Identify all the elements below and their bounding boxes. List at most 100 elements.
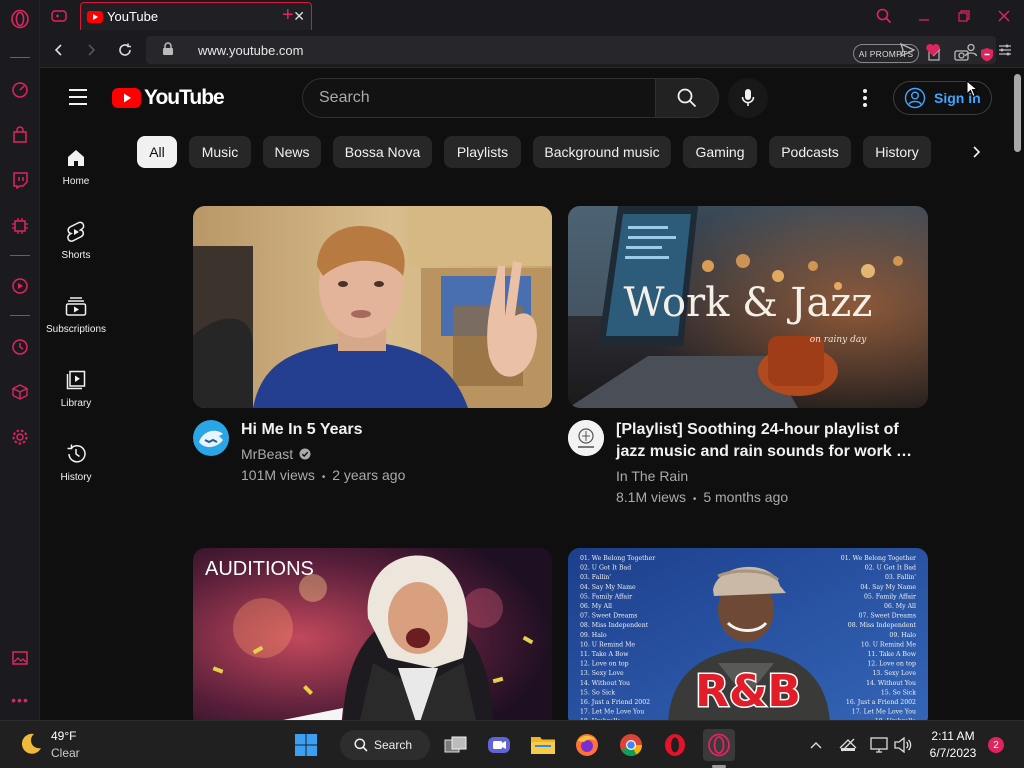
url-field[interactable]: www.youtube.com AI PROMPTS: [146, 36, 996, 64]
youtube-logo[interactable]: YouTube: [112, 86, 225, 110]
scrollbar-thumb[interactable]: [1014, 74, 1021, 152]
guide-subscriptions[interactable]: Subscriptions: [40, 286, 112, 360]
taskbar-search-label: Search: [374, 738, 413, 752]
chips-next-icon[interactable]: [968, 144, 984, 160]
teams-chat-icon[interactable]: [483, 729, 515, 761]
more-dots-icon[interactable]: •••: [10, 690, 30, 710]
tab-workspace-icon[interactable]: [50, 8, 68, 24]
notification-badge[interactable]: 2: [988, 737, 1004, 753]
search-input[interactable]: Search: [302, 78, 656, 118]
tab-title: YouTube: [107, 9, 159, 24]
adblock-shield-icon[interactable]: [978, 45, 996, 63]
close-window-icon[interactable]: [989, 4, 1019, 28]
channel-name[interactable]: MrBeast: [241, 446, 311, 462]
channel-avatar[interactable]: [568, 420, 604, 456]
tracklist-item: 10. U Remind Me: [580, 641, 635, 648]
voice-search-button[interactable]: [728, 78, 768, 118]
chip-music[interactable]: Music: [189, 136, 251, 168]
chip-label: Playlists: [456, 144, 509, 160]
more-options-icon[interactable]: [856, 88, 874, 108]
video-thumbnail[interactable]: 01. We Belong Together 02. U Got It Bad 03…: [568, 548, 928, 720]
chip-bossa-nova[interactable]: Bossa Nova: [333, 136, 432, 168]
tracklist-item: 14. Without You: [580, 680, 630, 687]
library-icon: [64, 368, 88, 392]
tracklist-item: 16. Just a Friend 2002: [846, 699, 916, 706]
player-icon[interactable]: [10, 276, 30, 296]
reload-icon[interactable]: [114, 39, 136, 61]
youtube-logo-text: YouTube: [144, 86, 225, 109]
tab-youtube[interactable]: YouTube ✕: [80, 2, 312, 30]
tracklist-item: 01. We Belong Together: [841, 555, 916, 562]
search-button[interactable]: [655, 78, 719, 118]
start-button[interactable]: [290, 729, 322, 761]
chip-background-music[interactable]: Background music: [533, 136, 671, 168]
back-icon[interactable]: [48, 39, 70, 61]
easy-setup-icon[interactable]: [996, 41, 1014, 59]
chip-gaming[interactable]: Gaming: [683, 136, 757, 168]
moon-weather-icon[interactable]: [18, 731, 44, 757]
new-tab-icon[interactable]: +: [282, 4, 294, 27]
thumbnail-title-text: Work & Jazz: [624, 280, 873, 326]
taskbar-search-button[interactable]: Search: [340, 730, 430, 760]
network-disconnected-icon[interactable]: [838, 735, 858, 755]
opera-gx-icon[interactable]: [703, 729, 735, 761]
history-clock-icon[interactable]: [10, 337, 30, 357]
task-view-icon[interactable]: [440, 729, 472, 761]
guide-home[interactable]: Home: [40, 138, 112, 212]
video-title[interactable]: Hi Me In 5 Years: [241, 419, 363, 441]
heart-icon[interactable]: [924, 41, 942, 59]
tab-close-icon[interactable]: ✕: [293, 8, 305, 25]
chip-podcasts[interactable]: Podcasts: [769, 136, 851, 168]
opera-icon[interactable]: [659, 729, 691, 761]
weather-temp[interactable]: 49°F: [51, 729, 76, 743]
microphone-icon: [741, 89, 755, 106]
opera-logo-icon[interactable]: [10, 9, 30, 29]
video-title[interactable]: [Playlist] Soothing 24-hour playlist of …: [616, 419, 912, 463]
twitch-icon[interactable]: [10, 170, 30, 190]
minimize-icon[interactable]: [909, 4, 939, 28]
meta-separator: •: [692, 494, 697, 505]
clock-time[interactable]: 2:11 AM: [922, 729, 984, 743]
profile-icon[interactable]: [962, 41, 980, 59]
tracklist-item: 08. Miss Independent: [848, 622, 917, 629]
display-icon[interactable]: [869, 735, 889, 755]
shopping-bag-icon[interactable]: [10, 125, 30, 145]
video-thumbnail[interactable]: Work & Jazz on rainy day: [568, 206, 928, 408]
video-thumbnail[interactable]: AUDITIONS: [193, 548, 552, 720]
tray-chevron-up-icon[interactable]: [806, 735, 826, 755]
tracklist-item: 16. Just a Friend 2002: [580, 699, 650, 706]
search-tabs-icon[interactable]: [869, 4, 899, 28]
page-scrollbar[interactable]: [1012, 68, 1024, 720]
guide-shorts[interactable]: Shorts: [40, 212, 112, 286]
guide-library[interactable]: Library: [40, 360, 112, 434]
gallery-icon[interactable]: [10, 648, 30, 668]
chip-news[interactable]: News: [263, 136, 321, 168]
guide-history[interactable]: History: [40, 434, 112, 508]
ai-chip-icon[interactable]: [10, 216, 30, 236]
speed-dial-icon[interactable]: [10, 80, 30, 100]
hamburger-menu-icon[interactable]: [68, 88, 88, 106]
weather-desc[interactable]: Clear: [51, 746, 80, 760]
firefox-icon[interactable]: [571, 729, 603, 761]
tracklist-item: 12. Love on top: [867, 661, 916, 668]
chrome-icon[interactable]: [615, 729, 647, 761]
chip-playlists[interactable]: Playlists: [444, 136, 521, 168]
restore-icon[interactable]: [949, 4, 979, 28]
tracklist-item: 04. Say My Name: [580, 584, 636, 591]
chip-history[interactable]: History: [863, 136, 931, 168]
tracklist-item: 02. U Got It Bad: [865, 565, 916, 572]
history-icon: [64, 442, 88, 466]
youtube-logo-icon: [112, 88, 141, 108]
settings-gear-icon[interactable]: [10, 427, 30, 447]
send-icon[interactable]: [898, 41, 916, 59]
forward-icon[interactable]: [80, 39, 102, 61]
volume-icon[interactable]: [893, 735, 913, 755]
file-explorer-icon[interactable]: [527, 729, 559, 761]
channel-name[interactable]: In The Rain: [616, 468, 688, 484]
extensions-cube-icon[interactable]: [10, 382, 30, 402]
tracklist-item: 12. Love on top: [580, 661, 629, 668]
video-thumbnail[interactable]: [193, 206, 552, 408]
clock-date[interactable]: 6/7/2023: [922, 746, 984, 760]
chip-all[interactable]: All: [137, 136, 177, 168]
channel-avatar[interactable]: [193, 420, 229, 456]
